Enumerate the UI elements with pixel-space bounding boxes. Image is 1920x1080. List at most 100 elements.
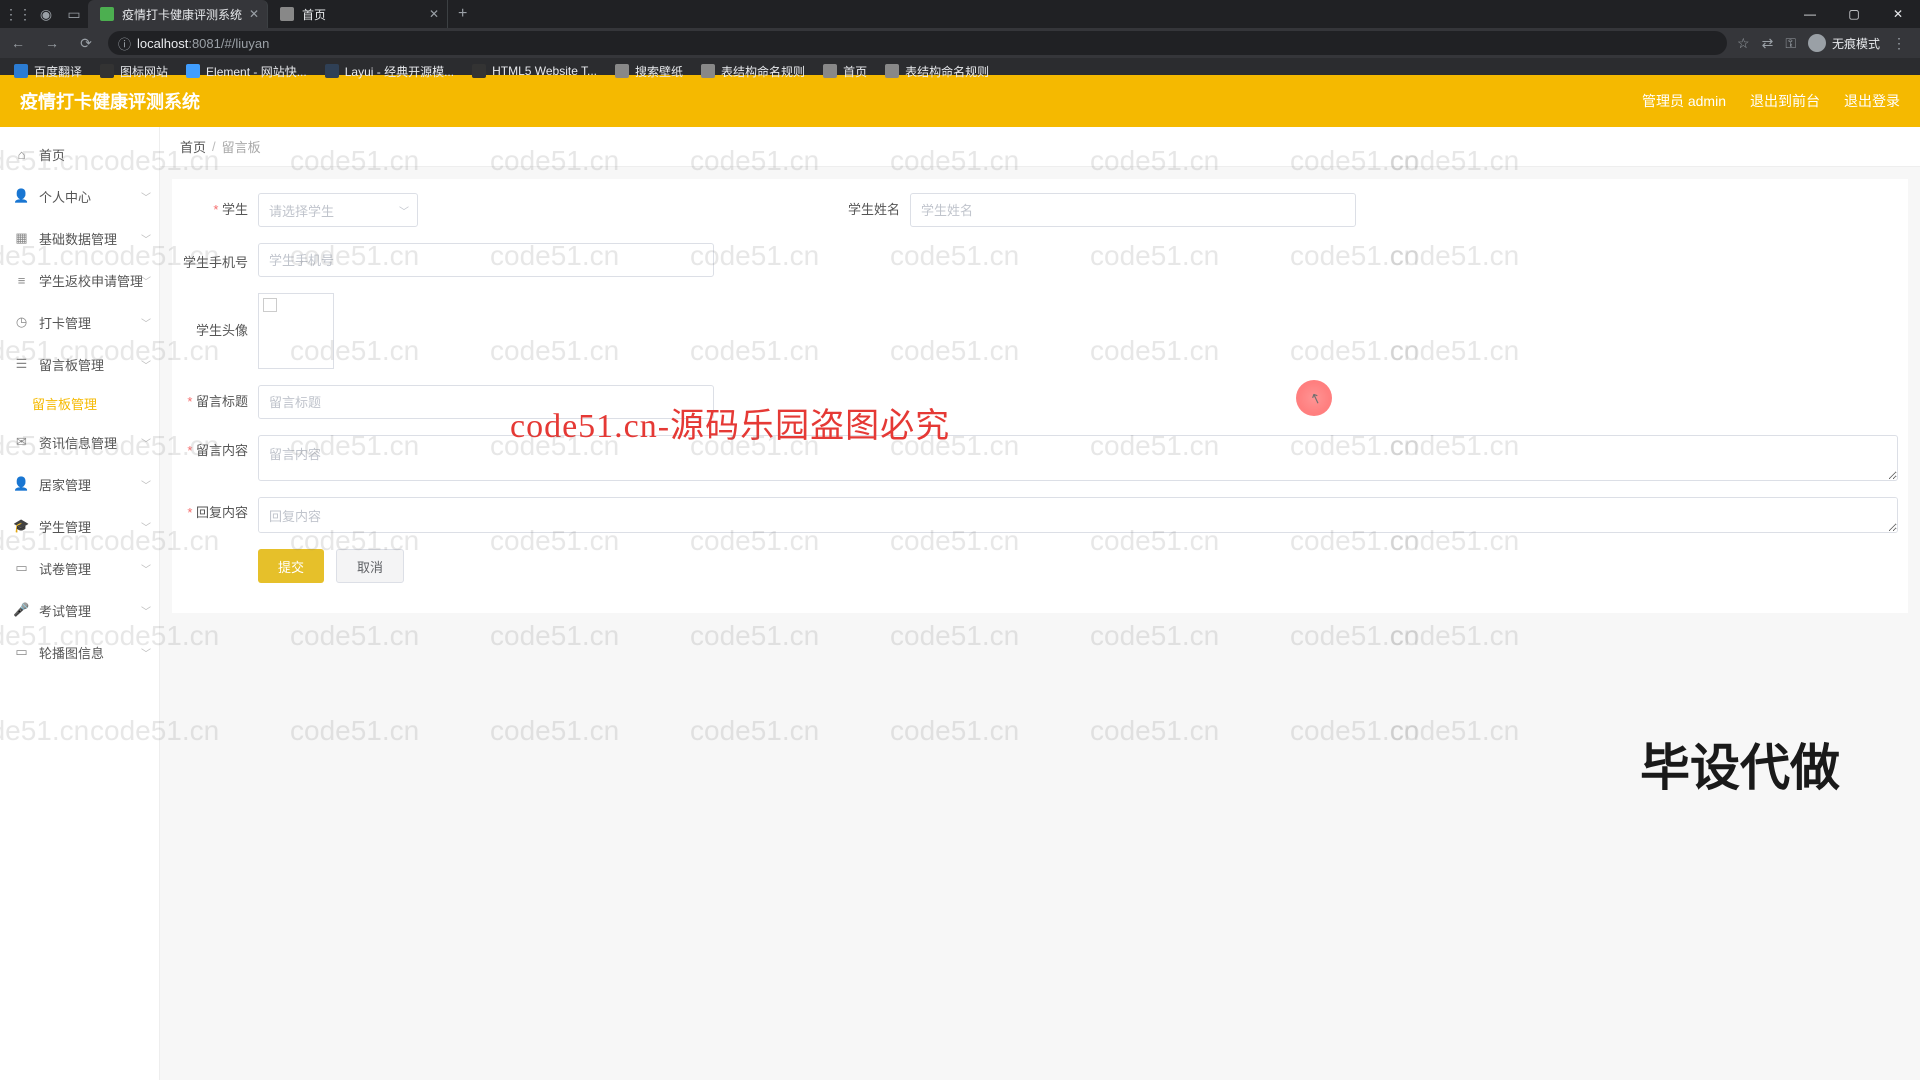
sidebar-item-label: 学生管理	[39, 517, 91, 536]
chevron-down-icon: ﹀	[141, 561, 151, 576]
home-icon: ⌂	[14, 147, 29, 162]
chevron-down-icon: ﹀	[399, 203, 409, 218]
url-port: :8081	[188, 36, 221, 51]
star-icon[interactable]: ☆	[1737, 35, 1750, 52]
translate-icon[interactable]: ⇄	[1762, 35, 1774, 52]
key-icon[interactable]: ⚿	[1785, 35, 1796, 52]
sidebar-item-carousel[interactable]: ▭轮播图信息﹀	[0, 631, 159, 673]
submit-button[interactable]: 提交	[258, 549, 324, 583]
content-label: 留言内容	[182, 435, 258, 467]
sidebar-item-return[interactable]: ≡学生返校申请管理﹀	[0, 259, 159, 301]
info-icon: ⓘ	[118, 34, 131, 53]
close-icon[interactable]: ✕	[249, 7, 259, 21]
chevron-down-icon: ﹀	[141, 435, 151, 450]
back-icon[interactable]: ←	[6, 31, 30, 55]
bookmark-icon	[186, 64, 200, 78]
bookmark-label: HTML5 Website T...	[492, 64, 597, 78]
student-phone-input[interactable]	[258, 243, 714, 277]
reload-icon[interactable]: ⟳	[74, 31, 98, 55]
url-path: /#/liuyan	[221, 36, 269, 51]
close-window-icon[interactable]: ✕	[1876, 0, 1920, 28]
sidebar-item-message[interactable]: ☰留言板管理﹀	[0, 343, 159, 385]
tab-2[interactable]: 首页 ✕	[268, 0, 448, 28]
bookmark-label: 首页	[843, 63, 867, 80]
sidebar-item-exam[interactable]: 🎤考试管理﹀	[0, 589, 159, 631]
tab-title: 疫情打卡健康评测系统	[122, 6, 242, 23]
chevron-down-icon: ﹀	[141, 231, 151, 246]
bookmark-label: Layui - 经典开源模...	[345, 63, 454, 80]
kebab-icon[interactable]: ⋮	[1892, 35, 1906, 52]
chevron-down-icon: ﹀	[141, 315, 151, 330]
chevron-down-icon: ﹀	[141, 603, 151, 618]
bookmark-item[interactable]: 百度翻译	[8, 60, 88, 82]
sidebar-item-label: 资讯信息管理	[39, 433, 117, 452]
new-tab-button[interactable]: +	[448, 5, 477, 23]
bookmark-item[interactable]: HTML5 Website T...	[466, 60, 603, 82]
breadcrumb: 首页 / 留言板	[160, 127, 1920, 167]
sidebar-subitem-message[interactable]: 留言板管理	[0, 385, 159, 421]
sidebar-item-homestay[interactable]: 👤居家管理﹀	[0, 463, 159, 505]
sidebar-item-label: 留言板管理	[39, 355, 104, 374]
browser-chrome: ⋮⋮ ◉ ▭ 疫情打卡健康评测系统 ✕ 首页 ✕ + ― ▢ ✕ ← → ⟳ ⓘ…	[0, 0, 1920, 75]
sidebar-item-profile[interactable]: 👤个人中心﹀	[0, 175, 159, 217]
incognito-icon	[1808, 34, 1826, 52]
student-name-label: 学生姓名	[848, 194, 910, 226]
sidebar-item-paper[interactable]: ▭试卷管理﹀	[0, 547, 159, 589]
bookmark-item[interactable]: 首页	[817, 60, 873, 82]
close-icon[interactable]: ✕	[429, 7, 439, 21]
url-host: localhost	[137, 36, 188, 51]
bookmark-item[interactable]: 表结构命名规则	[695, 60, 811, 82]
address-bar: ← → ⟳ ⓘ localhost:8081/#/liuyan ☆ ⇄ ⚿ 无痕…	[0, 28, 1920, 58]
chevron-down-icon: ﹀	[141, 519, 151, 534]
sidebar-item-label: 个人中心	[39, 187, 91, 206]
school-icon: 🎓	[14, 519, 29, 534]
bookmark-item[interactable]: 图标网站	[94, 60, 174, 82]
sidebar: ⌂首页 👤个人中心﹀ ▦基础数据管理﹀ ≡学生返校申请管理﹀ ◷打卡管理﹀ ☰留…	[0, 127, 160, 1080]
avatar-upload[interactable]	[258, 293, 334, 369]
bookmark-icon	[615, 64, 629, 78]
forward-icon[interactable]: →	[40, 31, 64, 55]
breadcrumb-separator: /	[212, 139, 216, 154]
bookmark-label: Element - 网站快...	[206, 63, 307, 80]
tab-1[interactable]: 疫情打卡健康评测系统 ✕	[88, 0, 268, 28]
bookmark-label: 表结构命名规则	[721, 63, 805, 80]
favicon-icon	[280, 7, 294, 21]
doc-icon: ▭	[14, 561, 29, 576]
exit-front-link[interactable]: 退出到前台	[1750, 91, 1820, 111]
bookmark-item[interactable]: Layui - 经典开源模...	[319, 60, 460, 82]
sidebar-item-news[interactable]: ✉资讯信息管理﹀	[0, 421, 159, 463]
broken-image-icon	[263, 298, 277, 312]
bookmark-item[interactable]: 搜索壁纸	[609, 60, 689, 82]
student-select[interactable]: 请选择学生 ﹀	[258, 193, 418, 227]
content-textarea[interactable]	[258, 435, 1898, 481]
logout-link[interactable]: 退出登录	[1844, 91, 1900, 111]
menu-icon[interactable]: ⋮⋮	[4, 0, 32, 28]
minimize-icon[interactable]: ―	[1788, 0, 1832, 28]
url-field[interactable]: ⓘ localhost:8081/#/liuyan	[108, 31, 1727, 55]
chevron-down-icon: ﹀	[141, 357, 151, 372]
tab-app-icon[interactable]: ▭	[60, 0, 88, 28]
bookmark-item[interactable]: Element - 网站快...	[180, 60, 313, 82]
reply-textarea[interactable]	[258, 497, 1898, 533]
sidebar-item-checkin[interactable]: ◷打卡管理﹀	[0, 301, 159, 343]
tab-search-icon[interactable]: ◉	[32, 0, 60, 28]
sidebar-item-label: 基础数据管理	[39, 229, 117, 248]
main-content: 首页 / 留言板 学生 请选择学生 ﹀ 学生姓名	[160, 127, 1920, 1080]
bookmark-icon	[885, 64, 899, 78]
bookmark-icon	[823, 64, 837, 78]
sidebar-item-basedata[interactable]: ▦基础数据管理﹀	[0, 217, 159, 259]
mic-icon: 🎤	[14, 603, 29, 618]
incognito-badge: 无痕模式	[1808, 34, 1880, 52]
maximize-icon[interactable]: ▢	[1832, 0, 1876, 28]
cancel-button[interactable]: 取消	[336, 549, 404, 583]
chevron-down-icon: ﹀	[141, 477, 151, 492]
student-name-input[interactable]	[910, 193, 1356, 227]
breadcrumb-home[interactable]: 首页	[180, 137, 206, 156]
title-input[interactable]	[258, 385, 714, 419]
sidebar-item-student[interactable]: 🎓 学生管理 ﹀	[0, 505, 159, 547]
sidebar-item-home[interactable]: ⌂首页	[0, 133, 159, 175]
student-phone-label: 学生手机号	[182, 248, 258, 272]
image-icon: ▭	[14, 645, 29, 660]
bookmark-item[interactable]: 表结构命名规则	[879, 60, 995, 82]
bookmark-label: 表结构命名规则	[905, 63, 989, 80]
